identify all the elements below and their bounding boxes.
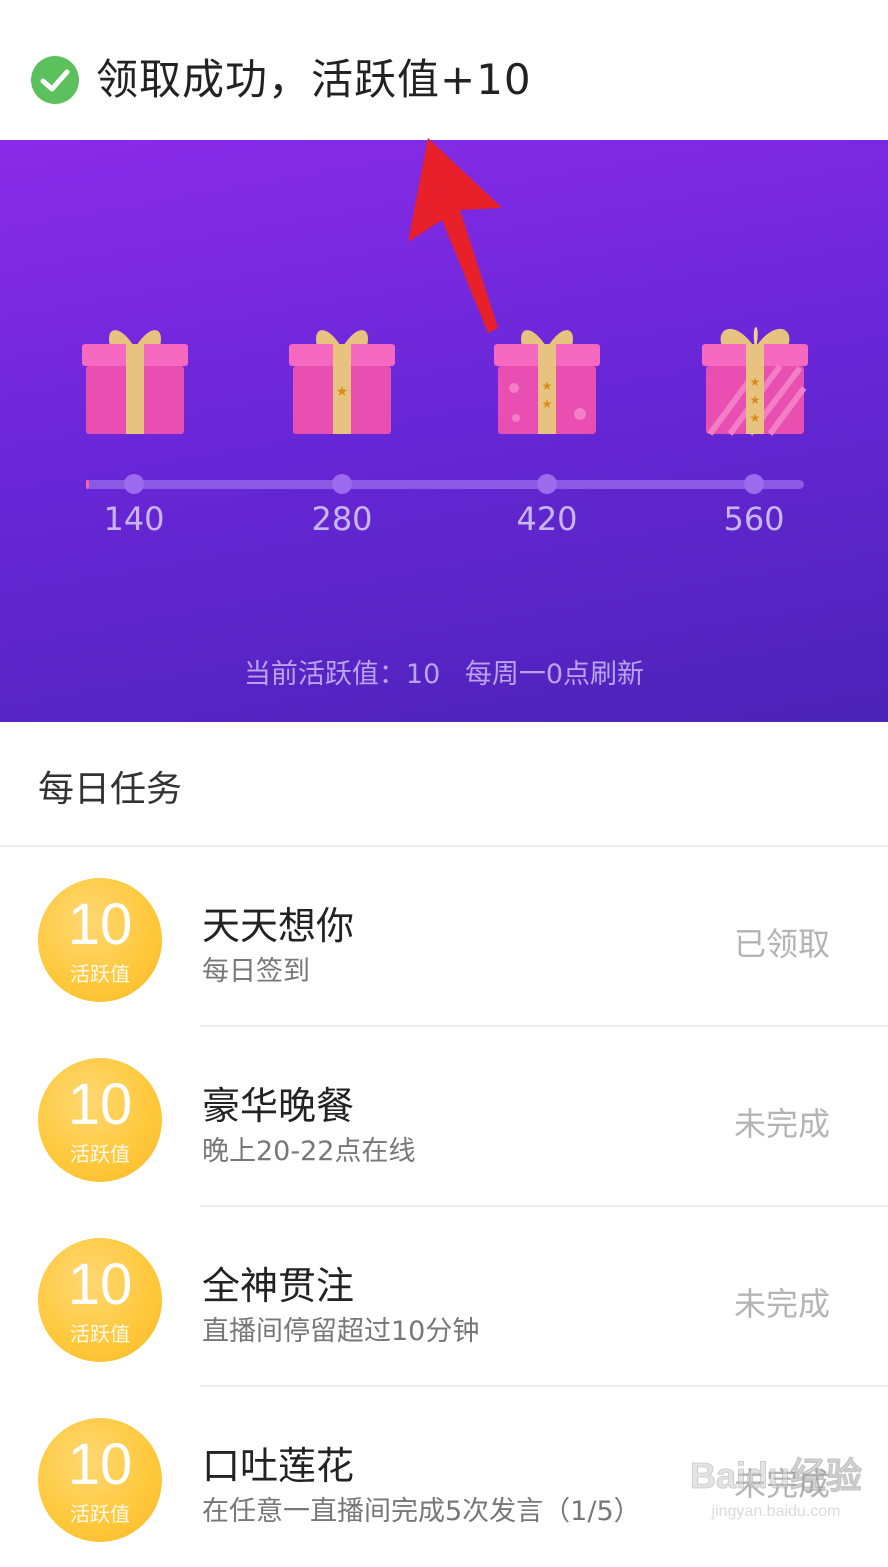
points-value: 10 bbox=[67, 1252, 133, 1317]
task-description: 直播间停留超过10分钟 bbox=[202, 1316, 480, 1347]
svg-text:Baidu经验: Baidu经验 bbox=[690, 1455, 862, 1496]
task-status-button[interactable]: 未完成 bbox=[734, 1099, 830, 1145]
svg-text:★: ★ bbox=[750, 393, 761, 407]
milestone-node bbox=[332, 474, 352, 494]
task-description: 晚上20-22点在线 bbox=[202, 1136, 416, 1167]
activity-progress-fill bbox=[86, 480, 89, 489]
svg-text:★: ★ bbox=[542, 379, 553, 393]
svg-text:★: ★ bbox=[542, 397, 553, 411]
daily-tasks-title: 每日任务 bbox=[38, 769, 183, 810]
gift-box-1-icon[interactable] bbox=[80, 318, 190, 438]
task-description: 每日签到 bbox=[202, 956, 310, 987]
activity-progress-track bbox=[86, 474, 804, 494]
points-value: 10 bbox=[67, 1072, 133, 1137]
milestone-label: 280 bbox=[311, 500, 373, 538]
milestone-node bbox=[124, 474, 144, 494]
points-badge: 10 活跃值 bbox=[38, 878, 162, 1002]
svg-text:★: ★ bbox=[750, 411, 761, 425]
task-row: 10 活跃值 全神贯注 直播间停留超过10分钟 未完成 bbox=[0, 1207, 888, 1387]
gift-box-2-icon[interactable]: ★ bbox=[287, 318, 397, 438]
task-row: 10 活跃值 天天想你 每日签到 已领取 bbox=[0, 847, 888, 1027]
task-name: 口吐莲花 bbox=[202, 1444, 355, 1488]
baidu-jingyan-watermark: Baidu经验 jingyan.baidu.com bbox=[690, 1455, 863, 1520]
points-unit: 活跃值 bbox=[70, 962, 130, 986]
task-description: 在任意一直播间完成5次发言（1/5） bbox=[202, 1496, 641, 1527]
toast-message: 领取成功，活跃值+10 bbox=[96, 55, 532, 104]
red-arrow-annotation bbox=[408, 138, 502, 333]
check-circle-icon bbox=[31, 56, 79, 104]
points-unit: 活跃值 bbox=[70, 1142, 130, 1166]
task-name: 豪华晚餐 bbox=[202, 1084, 355, 1128]
milestone-label: 420 bbox=[516, 500, 578, 538]
points-badge: 10 活跃值 bbox=[38, 1058, 162, 1182]
success-toast: 领取成功，活跃值+10 bbox=[0, 0, 888, 140]
svg-text:jingyan.baidu.com: jingyan.baidu.com bbox=[711, 1503, 841, 1520]
task-status-button[interactable]: 未完成 bbox=[734, 1279, 830, 1325]
task-status-button[interactable]: 已领取 bbox=[734, 919, 830, 965]
points-badge: 10 活跃值 bbox=[38, 1418, 162, 1542]
milestone-node bbox=[537, 474, 557, 494]
svg-text:★: ★ bbox=[336, 384, 349, 400]
points-unit: 活跃值 bbox=[70, 1502, 130, 1526]
points-unit: 活跃值 bbox=[70, 1322, 130, 1346]
milestone-label: 140 bbox=[103, 500, 165, 538]
refresh-note: 每周一0点刷新 bbox=[464, 659, 645, 690]
current-activity-value: 当前活跃值：10 bbox=[243, 659, 441, 690]
task-row: 10 活跃值 豪华晚餐 晚上20-22点在线 未完成 bbox=[0, 1027, 888, 1207]
points-value: 10 bbox=[67, 892, 133, 957]
svg-text:★: ★ bbox=[750, 375, 761, 389]
points-value: 10 bbox=[67, 1432, 133, 1497]
activity-status: 当前活跃值：10 每周一0点刷新 bbox=[0, 652, 888, 691]
points-badge: 10 活跃值 bbox=[38, 1238, 162, 1362]
milestone-label: 560 bbox=[723, 500, 785, 538]
task-name: 全神贯注 bbox=[202, 1264, 355, 1308]
task-name: 天天想你 bbox=[202, 904, 355, 948]
gift-box-4-icon[interactable]: ★ ★ ★ bbox=[700, 318, 810, 438]
milestone-node bbox=[744, 474, 764, 494]
